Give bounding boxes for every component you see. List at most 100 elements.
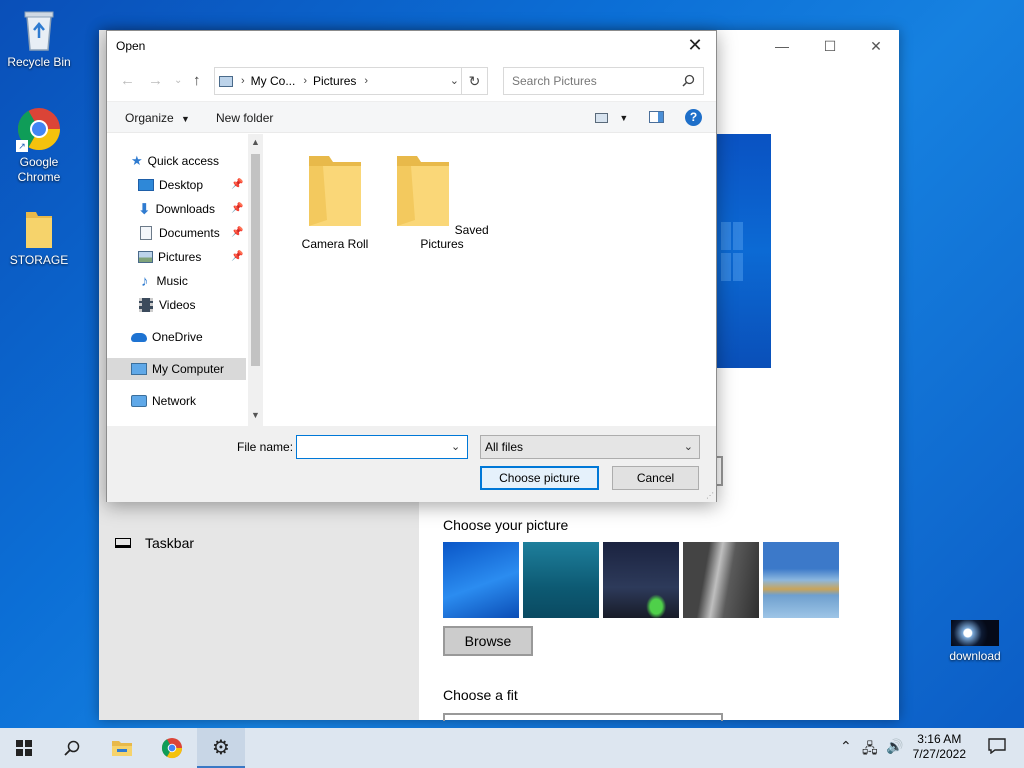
nav-item-desktop[interactable]: Desktop	[138, 174, 203, 196]
scroll-down-icon[interactable]: ▼	[251, 410, 260, 420]
desktop-icon-label: Google Chrome	[17, 155, 61, 184]
pin-icon: 📌	[231, 251, 244, 262]
desktop-icon-storage[interactable]: STORAGE	[1, 208, 77, 268]
nav-item-music[interactable]: ♪ Music	[138, 270, 188, 292]
browse-button[interactable]: Browse	[443, 626, 533, 656]
music-note-icon: ♪	[141, 272, 149, 290]
cancel-button[interactable]: Cancel	[612, 466, 699, 490]
help-icon[interactable]: ?	[685, 109, 702, 126]
nav-item-pictures[interactable]: Pictures	[138, 246, 201, 268]
folder-item-saved-pictures[interactable]: Saved Pictures	[392, 134, 492, 251]
dialog-close-button[interactable]: ✕	[680, 33, 710, 57]
picture-thumbnail[interactable]	[443, 542, 519, 618]
nav-item-videos[interactable]: Videos	[138, 294, 195, 316]
search-input[interactable]	[512, 74, 672, 88]
navigation-pane: ★ Quick access Desktop 📌 ⬇ Downloads 📌 D…	[107, 134, 248, 426]
folder-icon	[309, 156, 361, 226]
forward-arrow-icon[interactable]: →	[148, 72, 163, 89]
recent-locations-chevron-icon[interactable]: ⌄	[174, 75, 182, 86]
preview-pane-button[interactable]	[649, 111, 664, 126]
recycle-bin-icon	[19, 8, 59, 52]
choose-picture-heading: Choose your picture	[443, 517, 569, 533]
choose-picture-button[interactable]: Choose picture	[480, 466, 599, 490]
nav-item-label: Downloads	[155, 202, 215, 216]
refresh-icon[interactable]: ↻	[461, 68, 487, 94]
nav-item-network[interactable]: Network	[131, 390, 196, 412]
nav-item-documents[interactable]: Documents	[138, 222, 220, 244]
desktop-icon-label: Recycle Bin	[7, 55, 71, 69]
search-button[interactable]	[48, 728, 96, 768]
chevron-down-icon: ▼	[619, 113, 629, 123]
dialog-footer: File name: ⌄ All files ⌄ Choose picture …	[107, 426, 716, 502]
search-icon	[64, 740, 80, 756]
taskbar-settings[interactable]: ⚙	[197, 728, 245, 768]
resize-grip-icon[interactable]: ⋰	[706, 491, 714, 500]
folder-name: Camera Roll	[301, 237, 369, 251]
up-arrow-icon[interactable]: ↑	[193, 72, 201, 89]
file-type-dropdown[interactable]: All files ⌄	[480, 435, 700, 459]
nav-item-downloads[interactable]: ⬇ Downloads	[138, 198, 215, 220]
fit-dropdown[interactable]	[443, 713, 723, 721]
picture-thumbnail[interactable]	[683, 542, 759, 618]
star-icon: ★	[131, 153, 143, 168]
picture-thumbnail[interactable]	[763, 542, 839, 618]
show-hidden-icons-chevron-icon[interactable]: ⌃	[840, 738, 852, 755]
breadcrumb-separator-icon: ›	[241, 75, 245, 87]
notification-icon	[988, 738, 1006, 755]
clock-date: 7/27/2022	[912, 747, 966, 761]
search-box[interactable]	[503, 67, 704, 95]
file-list: Camera Roll Saved Pictures	[264, 134, 716, 426]
nav-item-quick-access[interactable]: ★ Quick access	[131, 150, 219, 172]
close-button[interactable]: ✕	[853, 36, 899, 56]
back-arrow-icon[interactable]: ←	[120, 72, 135, 89]
network-icon[interactable]: 🖧	[862, 738, 878, 762]
document-icon	[140, 226, 152, 240]
start-button[interactable]	[0, 728, 48, 768]
chrome-icon: ↗	[16, 106, 62, 152]
breadcrumb-separator-icon: ›	[303, 75, 308, 87]
minimize-button[interactable]: —	[759, 36, 805, 56]
volume-icon[interactable]: 🔊	[886, 738, 903, 755]
scroll-up-icon[interactable]: ▲	[251, 137, 260, 147]
navigation-pane-scrollbar[interactable]: ▲ ▼	[248, 134, 263, 426]
network-icon	[131, 395, 147, 407]
breadcrumb-my-computer[interactable]: My Co...	[251, 74, 296, 88]
sidebar-item-label: Taskbar	[145, 535, 195, 551]
nav-item-label: Documents	[159, 226, 220, 240]
taskbar-chrome[interactable]	[148, 728, 196, 768]
nav-item-my-computer[interactable]: My Computer	[107, 358, 246, 380]
desktop-icon-download[interactable]: download	[937, 620, 1013, 664]
picture-thumbnail[interactable]	[523, 542, 599, 618]
picture-thumbnail[interactable]	[603, 542, 679, 618]
organize-label: Organize	[125, 111, 174, 125]
navigation-bar: ← → ⌄ ↑ › My Co... › Pictures › ⌄ ↻	[107, 65, 716, 99]
file-name-dropdown-chevron-icon[interactable]: ⌄	[451, 440, 460, 453]
action-center-button[interactable]	[988, 738, 1006, 757]
new-folder-button[interactable]: New folder	[216, 111, 273, 125]
file-name-input[interactable]	[296, 435, 468, 459]
pin-icon: 📌	[231, 203, 244, 214]
breadcrumb-separator-icon: ›	[364, 75, 369, 87]
system-clock[interactable]: 3:16 AM 7/27/2022	[913, 732, 966, 762]
scrollbar-thumb[interactable]	[251, 154, 260, 366]
breadcrumb-pictures[interactable]: Pictures	[313, 74, 356, 88]
change-view-button[interactable]: ▼	[595, 110, 628, 124]
organize-button[interactable]: Organize ▼	[125, 111, 190, 125]
chrome-icon	[161, 737, 183, 759]
desktop-icon-recycle-bin[interactable]: Recycle Bin	[1, 8, 77, 70]
sidebar-item-taskbar[interactable]: Taskbar	[115, 535, 194, 551]
taskbar-file-explorer[interactable]	[98, 728, 146, 768]
picture-thumbnails	[443, 542, 839, 618]
nav-item-label: Pictures	[158, 250, 202, 264]
address-dropdown-chevron-icon[interactable]: ⌄	[450, 74, 459, 87]
chevron-down-icon: ⌄	[683, 441, 693, 453]
maximize-button[interactable]: ☐	[807, 36, 853, 56]
address-bar[interactable]: › My Co... › Pictures › ⌄ ↻	[214, 67, 488, 95]
pictures-library-icon	[219, 75, 233, 87]
folder-item-camera-roll[interactable]: Camera Roll	[285, 134, 385, 251]
nav-item-label: My Computer	[152, 362, 225, 376]
search-icon	[682, 74, 695, 87]
desktop-icon-chrome[interactable]: ↗ Google Chrome	[1, 106, 77, 185]
cloud-icon	[131, 332, 147, 342]
nav-item-onedrive[interactable]: OneDrive	[131, 326, 203, 348]
